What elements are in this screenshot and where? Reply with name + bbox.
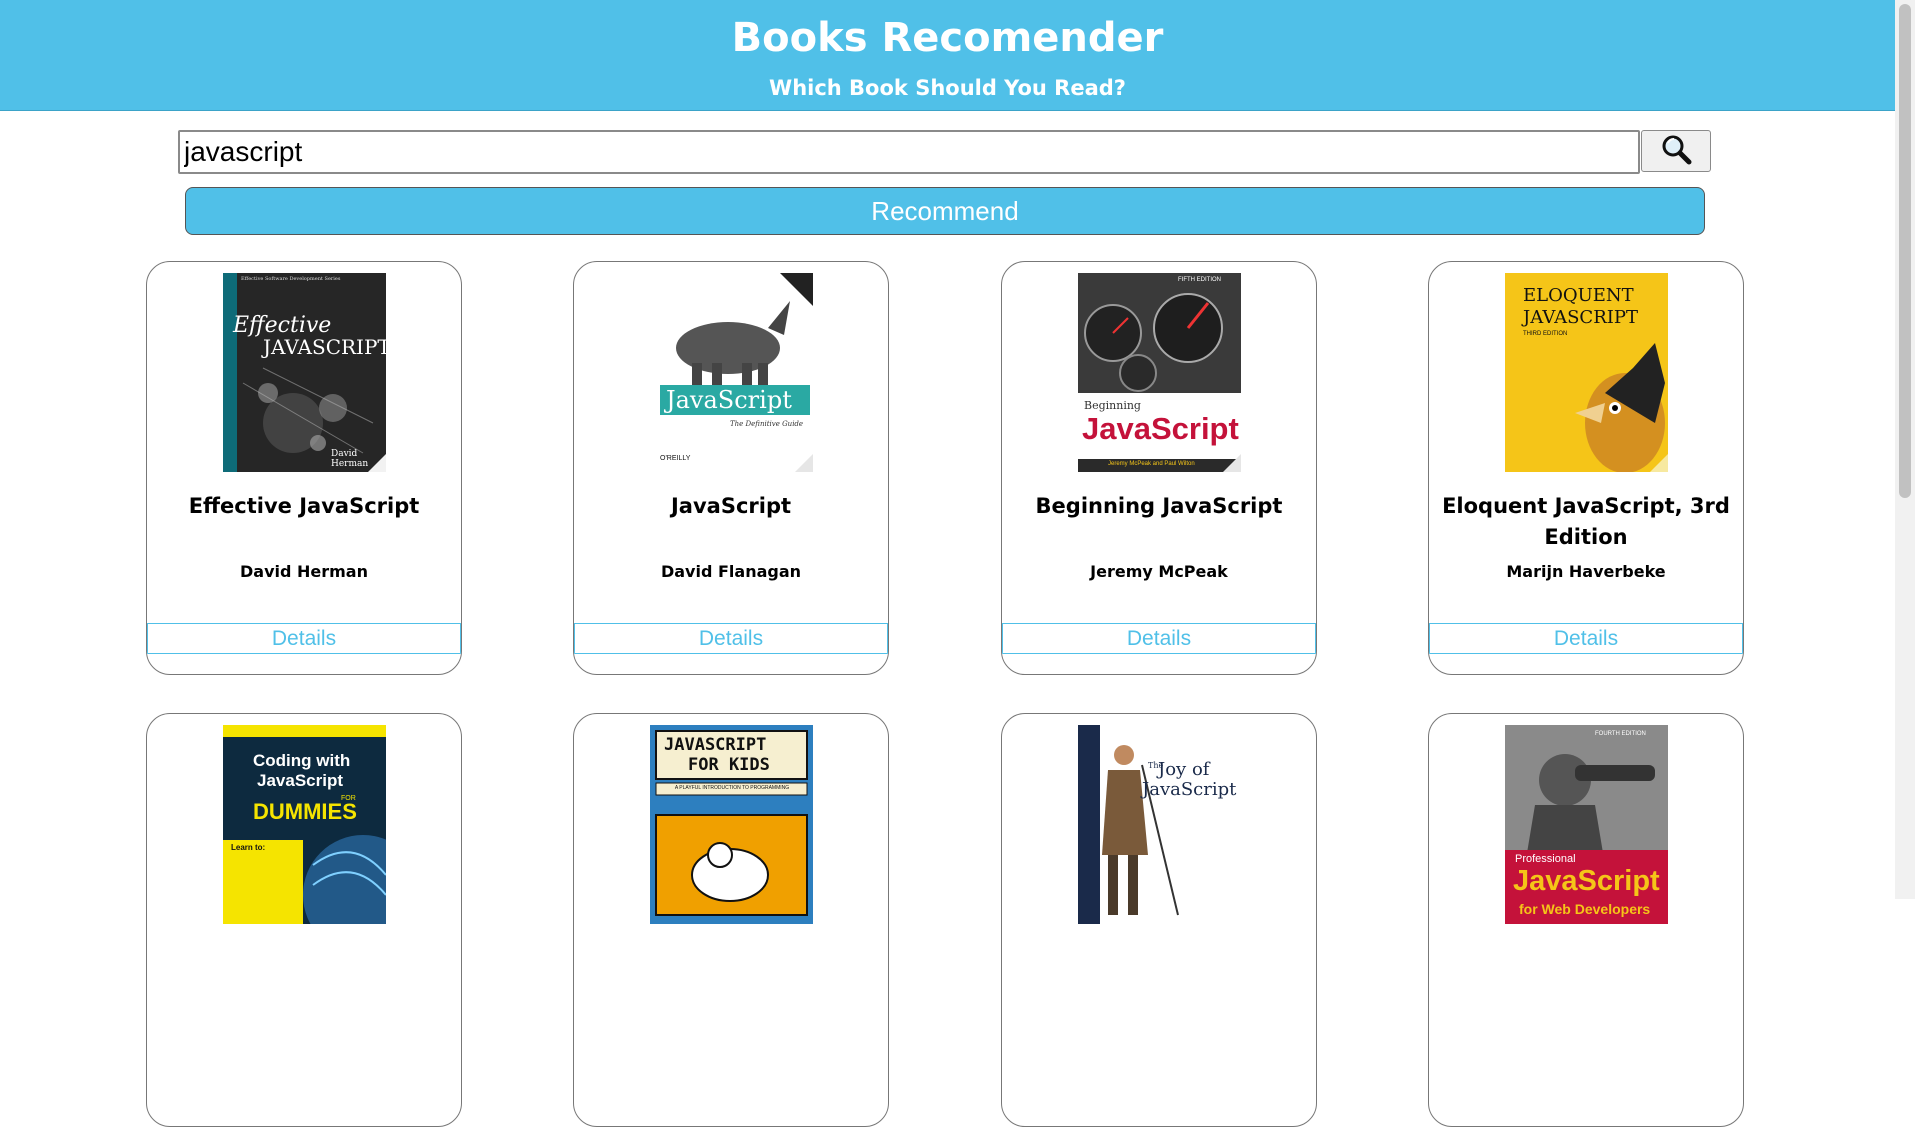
book-title: Beginning JavaScript (1035, 494, 1283, 518)
cover-title-line1: Coding with (253, 751, 351, 770)
cover-authors: Jeremy McPeak and Paul Wilton (1108, 461, 1195, 467)
app-header: Books Recomender Which Book Should You R… (0, 0, 1895, 111)
book-card: ELOQUENT JAVASCRIPT THIRD EDITION Eloque… (1428, 261, 1744, 675)
book-cover: FIFTH EDITION Beginning JavaScript Jerem… (1078, 273, 1241, 472)
cover-edition: FIFTH EDITION (1178, 277, 1221, 283)
details-button[interactable]: Details (1002, 623, 1316, 654)
book-title: Effective JavaScript (188, 494, 420, 518)
cover-title-line3: for Web Developers (1519, 901, 1651, 917)
book-cover: Coding with JavaScript FOR DUMMIES Learn… (223, 725, 386, 924)
cover-title-line2: FOR KIDS (688, 755, 770, 775)
search-button[interactable] (1641, 130, 1711, 172)
cover-series: Effective Software Development Series (241, 276, 341, 282)
details-button[interactable]: Details (574, 623, 888, 654)
cover-title: JavaScript (666, 386, 792, 414)
cover-learn: Learn to: (231, 843, 266, 852)
cover-title-line2: JavaScript (257, 771, 343, 790)
book-cover: ELOQUENT JAVASCRIPT THIRD EDITION (1505, 273, 1668, 472)
magnifier-icon (1659, 133, 1693, 170)
book-card: FIFTH EDITION Beginning JavaScript Jerem… (1001, 261, 1317, 675)
cover-title-line2: JavaScript (1082, 411, 1239, 446)
book-title: Eloquent JavaScript, 3rd Edition (1442, 494, 1730, 549)
cover-title-line1: ELOQUENT (1523, 285, 1634, 306)
cover-edition: THIRD EDITION (1523, 331, 1568, 337)
search-input[interactable] (178, 130, 1640, 174)
book-cover: The Joy of JavaScript (1078, 725, 1241, 924)
cover-title-line2: JAVASCRIPT (1523, 307, 1638, 328)
book-author: David Herman (239, 562, 368, 581)
book-card: JAVASCRIPT FOR KIDS A PLAYFUL INTRODUCTI… (573, 713, 889, 1127)
cover-subtitle: The Definitive Guide (730, 420, 804, 428)
book-cover: FOURTH EDITION Professional JavaScript f… (1505, 725, 1668, 924)
book-cover: Effective Software Development Series Ef… (223, 273, 386, 472)
cover-edition: FOURTH EDITION (1595, 731, 1646, 737)
cover-tagline: A PLAYFUL INTRODUCTION TO PROGRAMMING (674, 785, 790, 791)
recommend-button[interactable]: Recommend (185, 187, 1705, 235)
cover-title-line2: JAVASCRIPT (263, 335, 386, 359)
cover-title-line1: Joy of (1158, 759, 1210, 780)
details-button[interactable]: Details (147, 623, 461, 654)
app-title: Books Recomender (731, 15, 1164, 61)
book-cover: JavaScript The Definitive Guide O'REILLY (650, 273, 813, 472)
book-author: Marijn Haverbeke (1506, 562, 1666, 581)
book-card: FOURTH EDITION Professional JavaScript f… (1428, 713, 1744, 1127)
page-scrollbar[interactable] (1895, 0, 1915, 899)
app-subtitle: Which Book Should You Read? (769, 76, 1126, 100)
book-card: Effective Software Development Series Ef… (146, 261, 462, 675)
cover-title-line1: JAVASCRIPT (664, 735, 767, 755)
book-title: JavaScript (670, 494, 792, 518)
book-author: Jeremy McPeak (1090, 562, 1228, 581)
book-card: The Joy of JavaScript (1001, 713, 1317, 1127)
details-button[interactable]: Details (1429, 623, 1743, 654)
cover-publisher: O'REILLY (660, 455, 691, 462)
book-card: JavaScript The Definitive Guide O'REILLY… (573, 261, 889, 675)
cover-title-line1: Professional (1515, 853, 1576, 865)
book-author: David Flanagan (660, 562, 802, 581)
cover-title-line2: JavaScript (1142, 779, 1237, 800)
book-cover: JAVASCRIPT FOR KIDS A PLAYFUL INTRODUCTI… (650, 725, 813, 924)
cover-title-line2: JavaScript (1513, 865, 1660, 897)
cover-brand: DUMMIES (253, 799, 357, 824)
scrollbar-thumb[interactable] (1899, 4, 1911, 498)
cover-author: David Herman (331, 449, 369, 469)
book-card: Coding with JavaScript FOR DUMMIES Learn… (146, 713, 462, 1127)
